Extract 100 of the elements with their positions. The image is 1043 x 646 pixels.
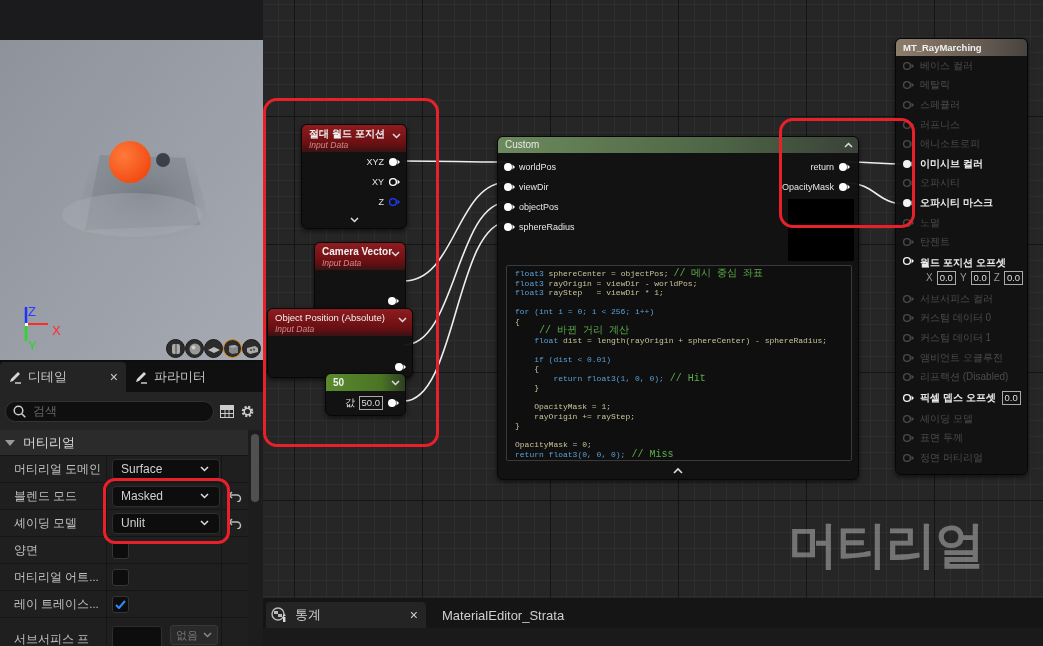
pin-label: viewDir — [519, 182, 549, 192]
value-label: 값 — [344, 396, 355, 410]
pin-label: XYZ — [366, 157, 384, 167]
code-line: float3 rayOrigin = viewDir - worldPos; — [515, 278, 699, 288]
preview-thumbnail — [788, 199, 854, 261]
property-label: 양면 — [13, 542, 39, 558]
property-label: 블렌드 모드 — [13, 488, 79, 504]
axis-label: Y — [28, 339, 37, 352]
node-subtitle: Input Data — [275, 324, 316, 334]
pencil-icon — [8, 370, 22, 384]
value-field[interactable]: 0.0 — [936, 270, 956, 285]
checkmark-icon — [115, 599, 126, 609]
chevron-down-icon — [200, 493, 209, 499]
code-line: { — [533, 364, 540, 374]
value-field[interactable]: 0.0 — [970, 270, 990, 285]
graph-watermark: 머티리얼 — [788, 516, 984, 575]
pin-icon — [503, 202, 515, 212]
pin-icon — [838, 162, 850, 172]
graph-node[interactable] — [497, 136, 859, 480]
pin-icon — [838, 182, 850, 192]
code-line: if (dist < 0.01) — [533, 354, 612, 364]
chevron-down-icon — [200, 466, 209, 472]
checkbox[interactable] — [112, 568, 129, 586]
settings-icon[interactable] — [240, 403, 255, 419]
property-label: 레이 트레이스... — [13, 596, 100, 612]
value-field[interactable]: 50.0 — [358, 396, 383, 410]
property-label: 머티리얼 도메인 — [13, 461, 103, 477]
graph-node[interactable]: Object Position (Absolute) Input Data — [267, 308, 413, 378]
code-line: OpacityMask = 1; — [533, 402, 612, 412]
pin-label: XY — [372, 177, 384, 187]
code-line: return float3(1, 0, 0); // Hit — [552, 373, 707, 383]
node-title: MT_RayMarching — [903, 41, 982, 54]
panel-tab[interactable]: MaterialEditor_Strata — [426, 602, 573, 628]
pin-label: Z — [378, 197, 384, 207]
close-button[interactable]: × — [109, 369, 118, 385]
graph-node[interactable]: 50 값 50.0 — [325, 373, 406, 416]
node-title: 50 — [333, 376, 346, 389]
search-icon — [13, 404, 26, 418]
pin-label: 월드 포지션 오프셋 — [920, 255, 1007, 270]
chevron-down-icon — [398, 317, 407, 323]
pin-icon — [503, 222, 515, 232]
axis-label: X — [52, 324, 61, 337]
category-header[interactable]: 머티리얼 — [0, 430, 248, 456]
table-view-icon[interactable] — [220, 404, 234, 418]
node-title: 절대 월드 포지션 — [309, 128, 386, 140]
scrollbar-thumb[interactable] — [251, 434, 259, 502]
property-label: 머티리얼 어트... — [13, 569, 100, 585]
pin-label: objectPos — [519, 202, 559, 212]
dropdown[interactable]: Masked — [112, 485, 220, 507]
sphere-icon — [187, 341, 202, 356]
panel-tab[interactable]: 디테일 × — [0, 362, 126, 392]
node-subtitle: Input Data — [322, 258, 363, 268]
pin-label: return — [810, 162, 834, 172]
pin-label: worldPos — [519, 162, 556, 172]
code-line: } — [515, 421, 521, 431]
value-field[interactable]: 0.0 — [1003, 270, 1024, 285]
code-line: return float3(0, 0, 0); // Miss — [515, 449, 675, 459]
code-line: { — [515, 316, 521, 326]
code-editor[interactable] — [506, 265, 852, 461]
node-title: Object Position (Absolute) — [275, 312, 386, 324]
pin-icon — [503, 182, 515, 192]
code-line: float3 sphereCenter = objectPos; // 메시 중심 좌표 — [515, 269, 765, 279]
pin-label: 오파시티 마스크 — [920, 195, 993, 210]
axis-label: Z — [993, 272, 1000, 284]
graph-node[interactable]: 절대 월드 포지션 Input Data XYZ XY Z — [301, 124, 407, 229]
reset-arrow-icon[interactable] — [228, 517, 242, 529]
code-line: for (int i = 0; i < 256; i++) — [515, 307, 656, 317]
code-line: float dist = length(rayOrigin + sphereCenter) - sphereRadius; — [533, 335, 829, 345]
chevron-down-icon — [200, 520, 209, 526]
node-title: Custom — [505, 139, 541, 151]
panel-tab[interactable]: 통계 × — [266, 602, 426, 628]
property-label: 셰이딩 모델 — [13, 515, 79, 531]
collapse-triangle-icon — [5, 438, 15, 447]
pin-label: OpacityMask — [782, 182, 834, 192]
chevron-down-icon — [391, 379, 400, 386]
checkbox[interactable] — [112, 595, 129, 613]
axis-label: Y — [959, 272, 967, 284]
code-line: OpacityMask = 0; — [515, 440, 593, 450]
node-subtitle: Input Data — [309, 140, 350, 150]
close-button[interactable]: × — [409, 607, 418, 623]
dropdown[interactable]: Surface — [112, 458, 220, 480]
code-line: // 바뀐 거리 계산 — [538, 326, 630, 336]
pin-label: 이미시브 컬러 — [920, 156, 983, 171]
category-label: 머티리얼 — [23, 433, 75, 452]
property-label: 서브서피스 프 — [13, 632, 91, 646]
pin-icon — [503, 162, 515, 172]
dropdown[interactable]: Unlit — [112, 512, 220, 534]
code-line: } — [533, 383, 540, 393]
pin-label: 픽셀 뎁스 오프셋 — [920, 390, 996, 405]
chevron-down-icon — [392, 133, 401, 139]
axis-label: Z — [28, 305, 36, 318]
chevron-down-icon — [203, 632, 212, 638]
chevron-down-icon — [391, 251, 400, 257]
axis-label: X — [926, 272, 933, 284]
reset-arrow-icon[interactable] — [228, 490, 242, 502]
pencil-icon — [134, 370, 148, 384]
value-field[interactable]: 0.0 — [1001, 390, 1021, 405]
search-field[interactable]: 검색 — [5, 400, 214, 422]
code-line: rayOrigin += rayStep; — [533, 411, 637, 421]
code-line: float3 rayStep = viewDir * 1; — [515, 288, 665, 298]
